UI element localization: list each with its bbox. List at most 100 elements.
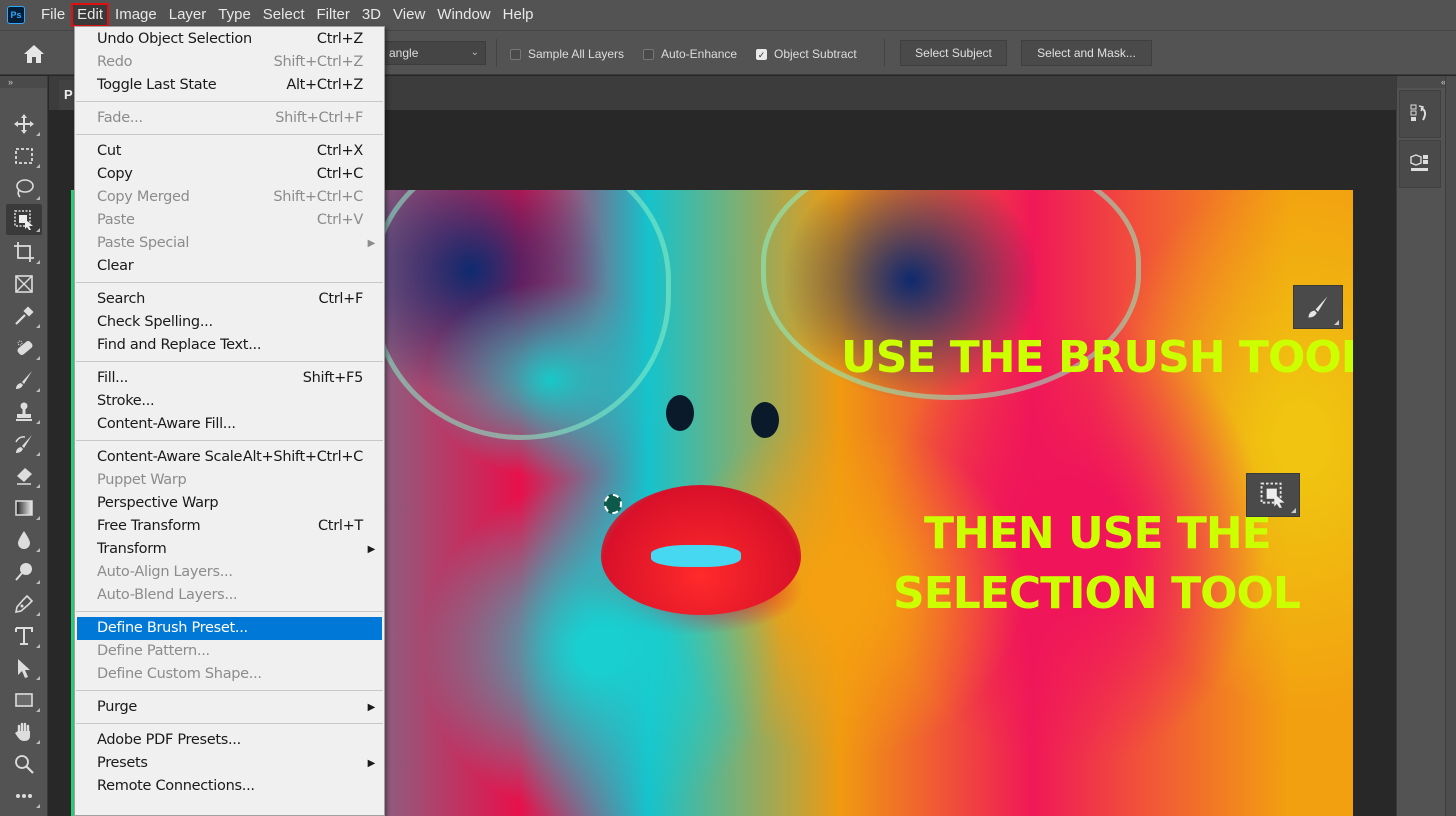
menu-item-auto-blend-layers[interactable]: Auto-Blend Layers...	[75, 584, 384, 607]
menu-item-shortcut: Shift+Ctrl+Z	[273, 54, 364, 70]
menu-item-redo[interactable]: Redo Shift+Ctrl+Z	[75, 51, 384, 74]
menu-item-label: Define Pattern...	[97, 643, 210, 659]
menu-separator	[76, 723, 383, 724]
hand-icon	[15, 722, 30, 741]
chevron-down-icon: ⌄	[470, 47, 479, 58]
menu-item-toggle-last-state[interactable]: Toggle Last State Alt+Ctrl+Z	[75, 74, 384, 97]
submenu-arrow-icon: ▶	[367, 758, 376, 769]
menu-item-label: Search	[97, 291, 146, 307]
menu-help[interactable]: Help	[497, 3, 540, 27]
menu-item-fill[interactable]: Fill... Shift+F5	[75, 367, 384, 390]
menu-item-find-and-replace-text[interactable]: Find and Replace Text...	[75, 334, 384, 357]
frame-tool[interactable]	[6, 268, 42, 299]
more-tools[interactable]	[6, 780, 42, 811]
eyedropper-tool[interactable]	[6, 300, 42, 331]
zoom-tool[interactable]	[6, 748, 42, 779]
tools-panel: »	[0, 76, 48, 816]
menu-item-define-brush-preset[interactable]: Define Brush Preset...	[77, 617, 382, 640]
menu-view[interactable]: View	[387, 3, 431, 27]
lasso-tool[interactable]	[6, 172, 42, 203]
menu-item-presets[interactable]: Presets ▶	[75, 752, 384, 775]
gradient-tool[interactable]	[6, 492, 42, 523]
hand-tool[interactable]	[6, 716, 42, 747]
path-selection-tool[interactable]	[6, 652, 42, 683]
menu-item-label: Free Transform	[97, 518, 201, 534]
select-subject-button[interactable]: Select Subject	[900, 40, 1007, 66]
menu-item-label: Auto-Align Layers...	[97, 564, 233, 580]
menu-item-check-spelling[interactable]: Check Spelling...	[75, 311, 384, 334]
menu-item-label: Adobe PDF Presets...	[97, 732, 241, 748]
menu-item-define-pattern[interactable]: Define Pattern...	[75, 640, 384, 663]
blur-tool[interactable]	[6, 524, 42, 555]
menu-layer[interactable]: Layer	[163, 3, 213, 27]
marquee-tool[interactable]	[6, 140, 42, 171]
photoshop-logo-icon: Ps	[7, 6, 25, 24]
dodge-tool[interactable]	[6, 556, 42, 587]
history-panel-button[interactable]	[1399, 90, 1441, 138]
history-brush-tool[interactable]	[6, 428, 42, 459]
menu-item-label: Paste Special	[97, 235, 190, 251]
checkbox-box[interactable]	[510, 48, 521, 60]
menu-file[interactable]: File	[35, 3, 71, 27]
rectangle-icon	[15, 692, 33, 707]
3d-panel-button[interactable]	[1399, 140, 1441, 188]
right-panel-dock: «	[1396, 76, 1456, 816]
checkbox-box[interactable]	[643, 48, 654, 60]
menu-item-paste[interactable]: Paste Ctrl+V	[75, 209, 384, 232]
menu-window[interactable]: Window	[431, 3, 496, 27]
sunglasses-left-lens	[371, 190, 671, 440]
menu-item-free-transform[interactable]: Free Transform Ctrl+T	[75, 515, 384, 538]
menu-item-fade[interactable]: Fade... Shift+Ctrl+F	[75, 107, 384, 130]
3d-cube-icon	[1410, 154, 1428, 171]
crop-tool[interactable]	[6, 236, 42, 267]
menu-3d[interactable]: 3D	[356, 3, 387, 27]
menu-item-purge[interactable]: Purge ▶	[75, 696, 384, 719]
menu-item-cut[interactable]: Cut Ctrl+X	[75, 140, 384, 163]
clone-stamp-tool[interactable]	[6, 396, 42, 427]
menu-item-perspective-warp[interactable]: Perspective Warp	[75, 492, 384, 515]
menu-item-auto-align-layers[interactable]: Auto-Align Layers...	[75, 561, 384, 584]
eraser-tool[interactable]	[6, 460, 42, 491]
expand-panel-icon[interactable]: »	[0, 76, 47, 88]
panel-scroll-strip[interactable]	[1445, 76, 1456, 816]
menu-item-adobe-pdf-presets[interactable]: Adobe PDF Presets...	[75, 729, 384, 752]
menu-item-paste-special[interactable]: Paste Special ▶	[75, 232, 384, 255]
menu-type[interactable]: Type	[212, 3, 257, 27]
sample-all-layers-checkbox[interactable]: Sample All Layers	[510, 47, 624, 61]
menu-image[interactable]: Image	[109, 3, 163, 27]
menu-item-label: Toggle Last State	[97, 77, 217, 93]
menu-item-undo-object-selection[interactable]: Undo Object Selection Ctrl+Z	[75, 28, 384, 51]
menu-item-define-custom-shape[interactable]: Define Custom Shape...	[75, 663, 384, 686]
menu-edit[interactable]: Edit	[71, 3, 110, 27]
object-selection-tool[interactable]	[6, 204, 42, 235]
menu-item-search[interactable]: Search Ctrl+F	[75, 288, 384, 311]
type-tool[interactable]	[6, 620, 42, 651]
gradient-icon	[15, 499, 33, 516]
menu-item-content-aware-scale[interactable]: Content-Aware Scale Alt+Shift+Ctrl+C	[75, 446, 384, 469]
checkbox-checked-icon[interactable]: ✓	[756, 48, 767, 60]
menu-item-stroke[interactable]: Stroke...	[75, 390, 384, 413]
menu-item-label: Transform	[97, 541, 167, 557]
magnifier-icon	[15, 754, 34, 774]
menu-item-clear[interactable]: Clear	[75, 255, 384, 278]
select-and-mask-button[interactable]: Select and Mask...	[1021, 40, 1152, 66]
menu-filter[interactable]: Filter	[311, 3, 356, 27]
mode-select[interactable]: angle ⌄	[384, 41, 486, 65]
menu-item-transform[interactable]: Transform ▶	[75, 538, 384, 561]
menu-item-copy[interactable]: Copy Ctrl+C	[75, 163, 384, 186]
menu-item-content-aware-fill[interactable]: Content-Aware Fill...	[75, 413, 384, 436]
rectangle-tool[interactable]	[6, 684, 42, 715]
auto-enhance-checkbox[interactable]: Auto-Enhance	[643, 47, 737, 61]
object-subtract-checkbox[interactable]: ✓ Object Subtract	[756, 47, 857, 61]
menu-item-copy-merged[interactable]: Copy Merged Shift+Ctrl+C	[75, 186, 384, 209]
brush-tool[interactable]	[6, 364, 42, 395]
menu-item-puppet-warp[interactable]: Puppet Warp	[75, 469, 384, 492]
healing-brush-tool[interactable]	[6, 332, 42, 363]
move-tool[interactable]	[6, 108, 42, 139]
menu-item-remote-connections[interactable]: Remote Connections...	[75, 775, 384, 798]
home-button[interactable]	[8, 37, 60, 71]
brush-icon	[16, 370, 32, 389]
pen-tool[interactable]	[6, 588, 42, 619]
eraser-icon	[17, 467, 32, 485]
menu-select[interactable]: Select	[257, 3, 311, 27]
